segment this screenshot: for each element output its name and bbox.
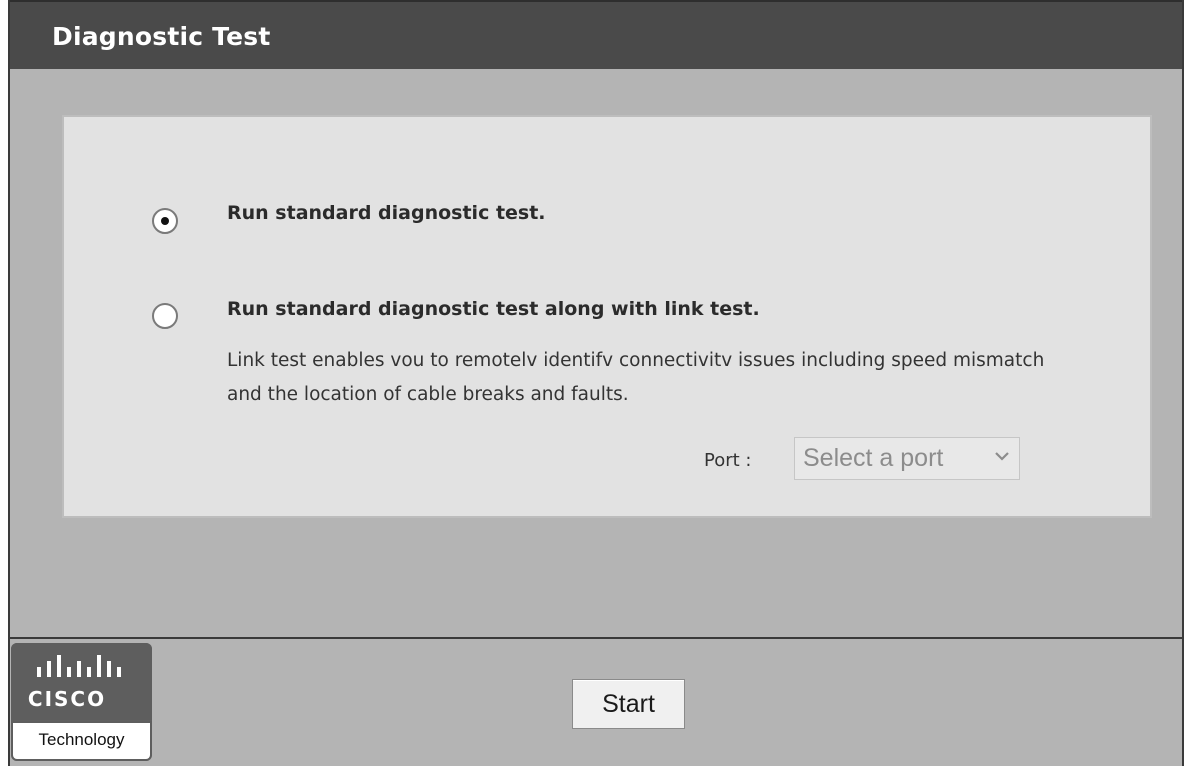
standard-test-label[interactable]: Run standard diagnostic test. [227, 202, 546, 224]
title-bar: Diagnostic Test [10, 0, 1182, 69]
window-title: Diagnostic Test [52, 22, 271, 51]
chevron-down-icon [995, 452, 1009, 461]
options-panel: Run standard diagnostic test. Run standa… [62, 115, 1152, 518]
port-select[interactable]: Select a port [794, 437, 1020, 480]
cisco-wordmark: CISCO [27, 687, 107, 711]
footer-divider [10, 637, 1182, 639]
cisco-bridge-icon [37, 655, 121, 677]
port-select-value: Select a port [803, 444, 944, 472]
diagnostic-test-window: Diagnostic Test Run standard diagnostic … [8, 0, 1184, 766]
port-label: Port : [704, 450, 752, 471]
link-test-radio[interactable] [152, 303, 178, 329]
link-test-description: Link test enables vou to remotelv identi… [227, 350, 1045, 405]
cisco-logo-top: CISCO [11, 643, 152, 720]
link-test-label[interactable]: Run standard diagnostic test along with … [227, 298, 760, 320]
logo-tagline: Technology [11, 721, 152, 761]
start-button[interactable]: Start [572, 679, 685, 729]
cisco-technology-logo: CISCO Technology [11, 643, 152, 761]
standard-test-radio[interactable] [152, 208, 178, 234]
